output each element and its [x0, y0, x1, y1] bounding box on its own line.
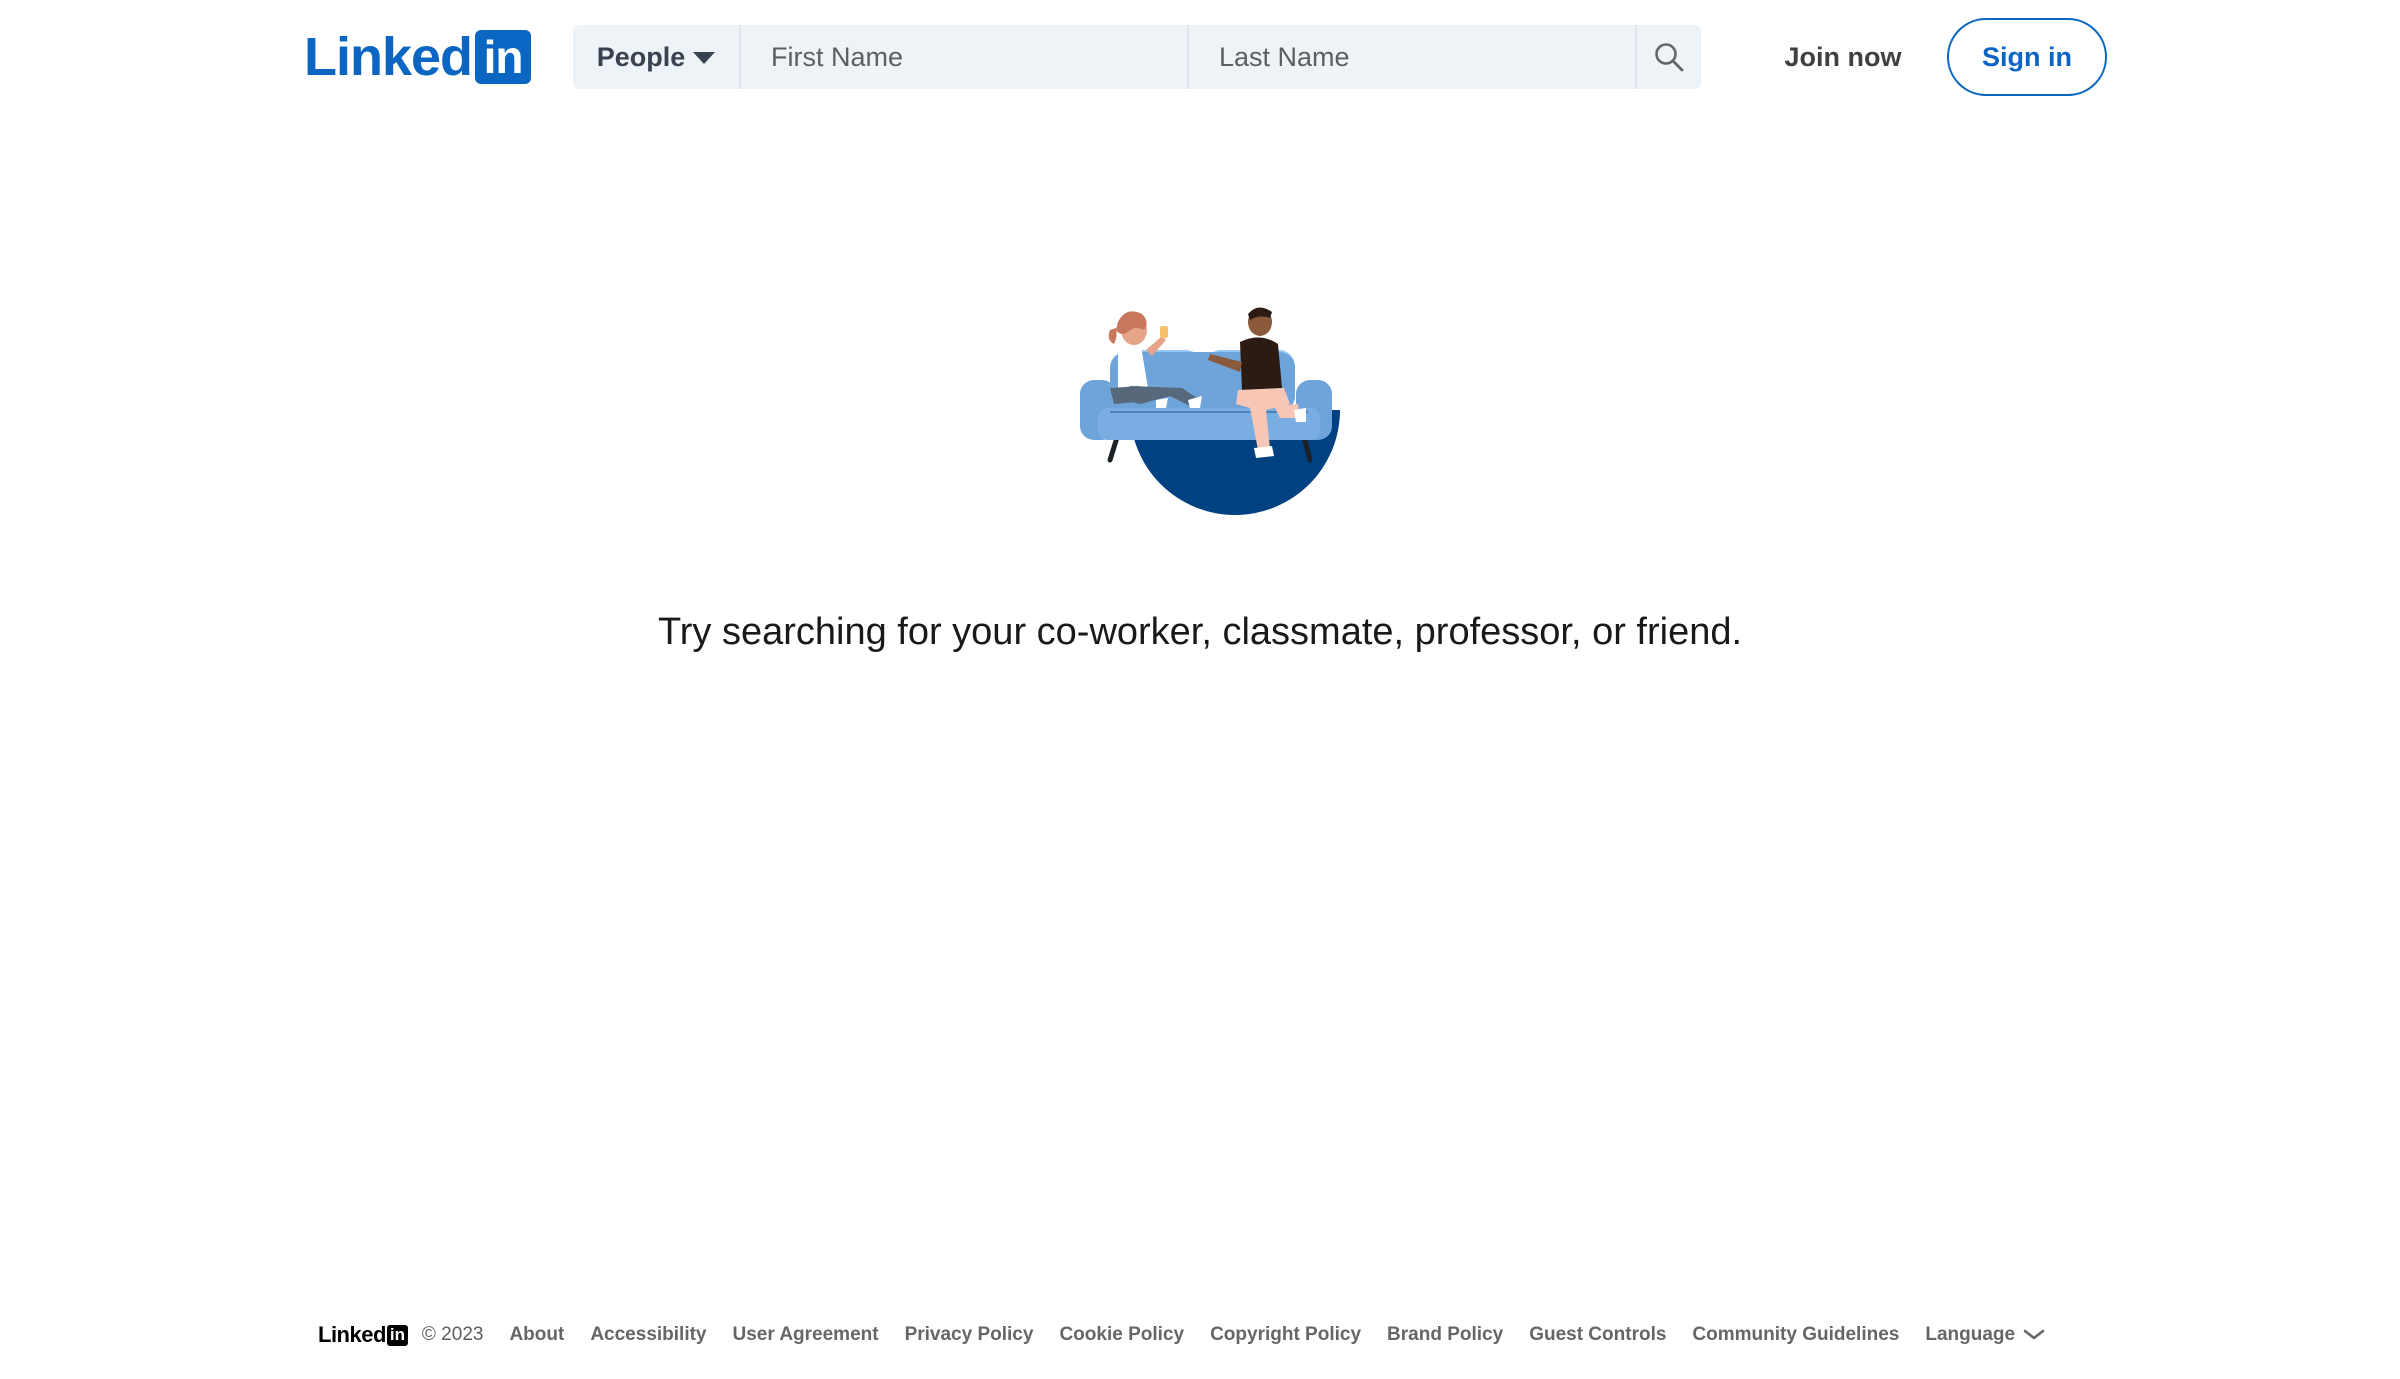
page: Linked in People Join now Sign in — [0, 0, 2400, 1379]
footer-link-community-guidelines[interactable]: Community Guidelines — [1692, 1324, 1899, 1346]
search-type-label: People — [596, 41, 686, 72]
footer-linkedin-logo[interactable]: Linked in — [318, 1322, 408, 1348]
linkedin-logo[interactable]: Linked in — [304, 27, 532, 87]
footer-link-copyright-policy[interactable]: Copyright Policy — [1210, 1324, 1361, 1346]
join-now-button[interactable]: Join now — [1772, 25, 1914, 89]
footer-link-brand-policy[interactable]: Brand Policy — [1387, 1324, 1503, 1346]
footer-link-accessibility[interactable]: Accessibility — [590, 1324, 706, 1346]
footer-copyright: © 2023 — [421, 1324, 484, 1345]
footer-logo-wordmark: Linked — [318, 1322, 386, 1347]
search-icon — [1655, 43, 1684, 72]
footer-logo-in-box: in — [386, 1324, 408, 1346]
footer-link-user-agreement[interactable]: User Agreement — [733, 1324, 879, 1346]
couch-conversation-illustration — [1070, 300, 1340, 520]
first-name-input[interactable] — [741, 25, 1189, 89]
people-search-bar: People — [573, 25, 1701, 89]
footer-link-cookie-policy[interactable]: Cookie Policy — [1059, 1324, 1184, 1346]
language-label: Language — [1925, 1324, 2016, 1345]
chevron-down-icon — [2023, 1329, 2045, 1340]
footer-link-guest-controls[interactable]: Guest Controls — [1529, 1324, 1666, 1346]
logo-wordmark: Linked — [304, 27, 473, 87]
caret-down-icon — [693, 52, 716, 64]
sign-in-button[interactable]: Sign in — [1947, 18, 2107, 96]
top-nav: Linked in People Join now Sign in — [0, 0, 2400, 116]
language-selector[interactable]: Language — [1925, 1324, 2045, 1346]
search-button[interactable] — [1637, 25, 1701, 89]
search-type-dropdown[interactable]: People — [573, 25, 741, 89]
last-name-input[interactable] — [1189, 25, 1637, 89]
search-prompt-message: Try searching for your co-worker, classm… — [657, 611, 1743, 653]
footer-link-about[interactable]: About — [509, 1324, 564, 1346]
logo-in-box: in — [475, 30, 532, 84]
footer-link-privacy-policy[interactable]: Privacy Policy — [905, 1324, 1034, 1346]
footer: Linked in © 2023 About Accessibility Use… — [318, 1318, 2045, 1352]
